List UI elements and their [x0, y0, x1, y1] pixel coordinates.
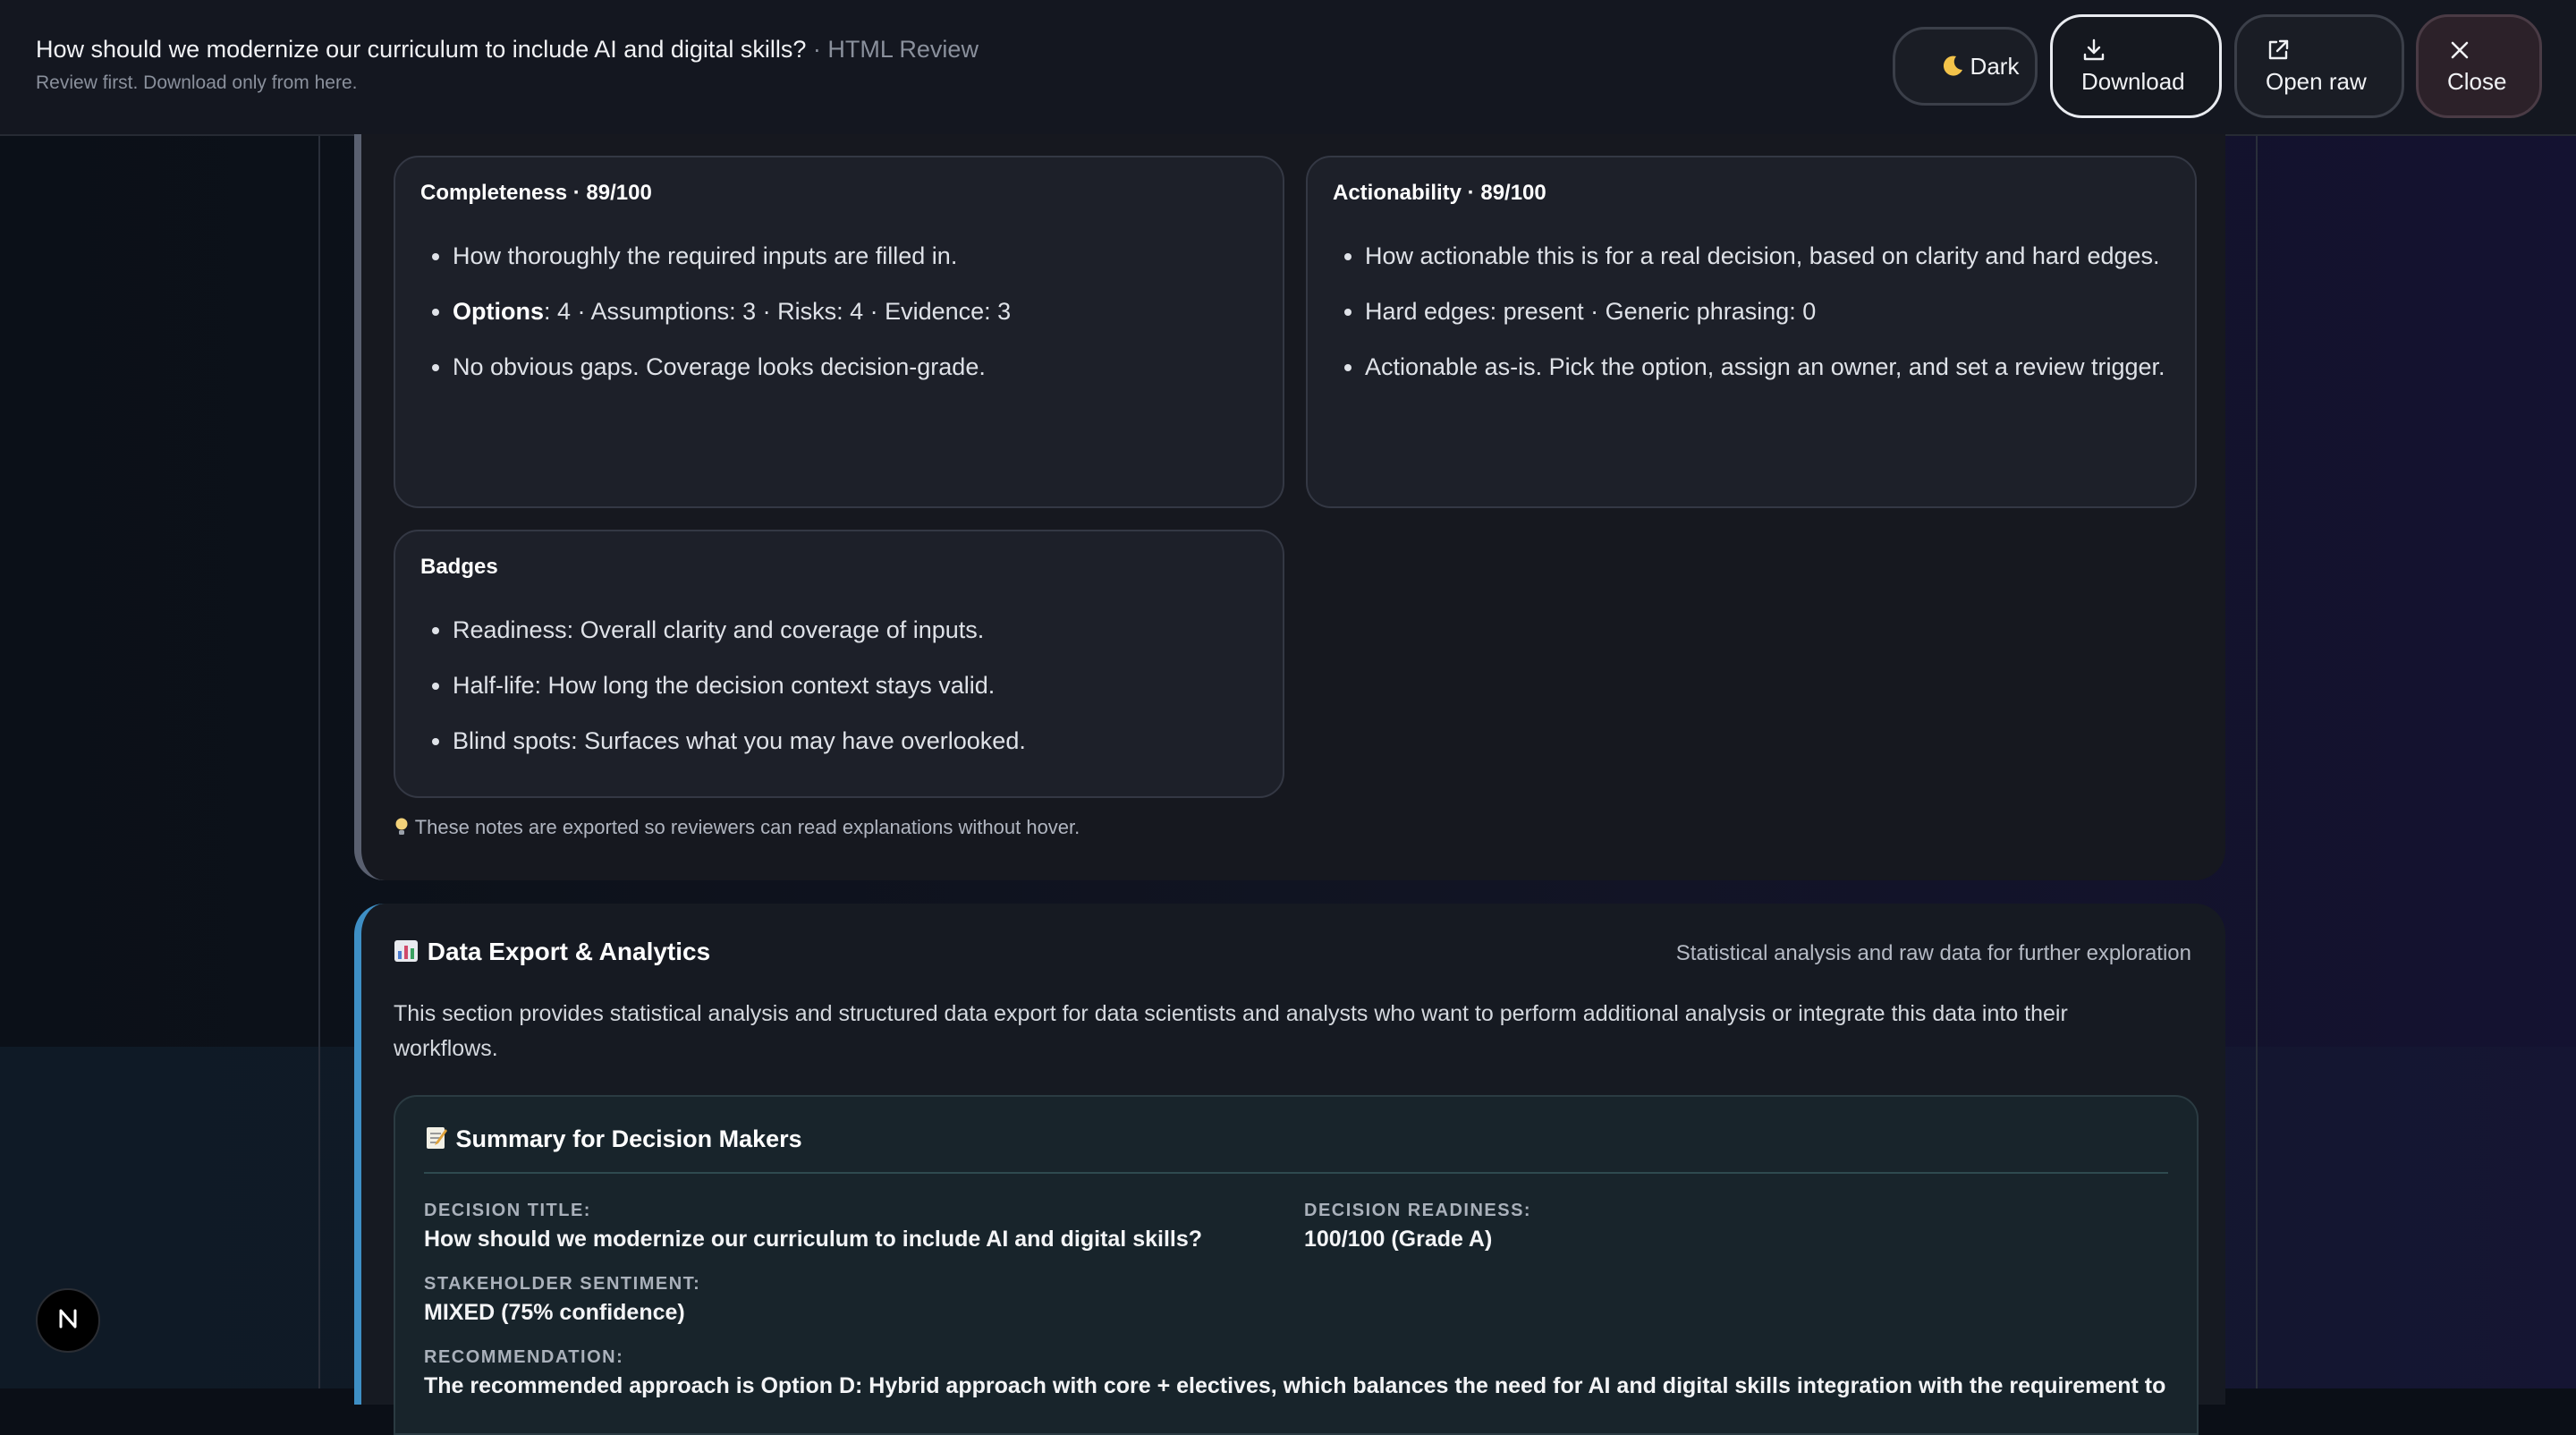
recommendation-field: RECOMMENDATION: The recommended approach… — [424, 1347, 2165, 1399]
decision-summary-panel: Summary for Decision Makers DECISION TIT… — [394, 1095, 2199, 1435]
app-launcher-badge[interactable] — [36, 1288, 100, 1353]
list-item: Options: 4 · Assumptions: 3 · Risks: 4 ·… — [453, 290, 1258, 333]
field-label: STAKEHOLDER SENTIMENT: — [424, 1274, 701, 1294]
lightbulb-icon — [394, 816, 415, 838]
close-label: Close — [2447, 67, 2507, 95]
counts-value: : 4 · Assumptions: 3 · Risks: 4 · Eviden… — [544, 298, 1012, 325]
field-label: DECISION TITLE: — [424, 1201, 591, 1220]
list-item: How thoroughly the required inputs are f… — [453, 234, 1258, 277]
review-mode-label: HTML Review — [827, 36, 979, 63]
list-item: No obvious gaps. Coverage looks decision… — [453, 345, 1258, 388]
field-value: 100/100 (Grade A) — [1304, 1227, 1493, 1252]
review-header: How should we modernize our curriculum t… — [0, 0, 2576, 136]
page-title: How should we modernize our curriculum t… — [36, 36, 979, 64]
list-item: How actionable this is for a real decisi… — [1365, 234, 2170, 277]
list-item: Half-life: How long the decision context… — [453, 664, 1258, 707]
open-raw-label: Open raw — [2266, 67, 2367, 95]
field-label: DECISION READINESS: — [1304, 1201, 1532, 1220]
external-link-icon — [2266, 38, 2291, 63]
stakeholder-sentiment-field: STAKEHOLDER SENTIMENT: MIXED (75% confid… — [424, 1274, 700, 1326]
badges-list: Readiness: Overall clarity and coverage … — [420, 608, 1258, 775]
badges-panel: Badges Readiness: Overall clarity and co… — [394, 530, 1284, 798]
completeness-panel: Completeness · 89/100 How thoroughly the… — [394, 156, 1284, 508]
header-subtitle: Review first. Download only from here. — [36, 72, 358, 93]
actionability-panel: Actionability · 89/100 How actionable th… — [1306, 156, 2197, 508]
field-value: How should we modernize our curriculum t… — [424, 1227, 1203, 1252]
counts-label: Options — [453, 298, 544, 325]
moon-icon — [1940, 54, 1965, 79]
column-guide-right — [2256, 134, 2258, 1388]
dark-mode-label: Dark — [1970, 52, 2020, 80]
decision-title-field: DECISION TITLE: How should we modernize … — [424, 1201, 1202, 1252]
close-icon — [2447, 38, 2472, 63]
list-item: Readiness: Overall clarity and coverage … — [453, 608, 1258, 651]
download-button[interactable]: Download — [2050, 14, 2222, 118]
field-value: MIXED (75% confidence) — [424, 1300, 685, 1325]
memo-icon — [424, 1125, 456, 1152]
decision-title: How should we modernize our curriculum t… — [36, 36, 807, 63]
data-export-card: Data Export & Analytics Statistical anal… — [354, 904, 2225, 1435]
n-logo-icon — [55, 1305, 81, 1337]
summary-divider — [424, 1172, 2168, 1174]
download-icon — [2081, 38, 2106, 63]
quality-notes-card: Completeness · 89/100 How thoroughly the… — [354, 134, 2225, 880]
completeness-list: How thoroughly the required inputs are f… — [420, 234, 1258, 401]
list-item: Hard edges: present · Generic phrasing: … — [1365, 290, 2170, 333]
completeness-title: Completeness · 89/100 — [420, 181, 652, 205]
badges-title: Badges — [420, 555, 498, 579]
data-export-title: Data Export & Analytics — [394, 938, 710, 966]
actionability-title: Actionability · 89/100 — [1333, 181, 1546, 205]
bar-chart-icon — [394, 938, 428, 965]
actionability-list: How actionable this is for a real decisi… — [1333, 234, 2170, 401]
data-export-description: This section provides statistical analys… — [394, 1001, 2068, 1061]
close-button[interactable]: Close — [2416, 14, 2542, 118]
export-note: These notes are exported so reviewers ca… — [394, 816, 1080, 839]
list-item: Blind spots: Surfaces what you may have … — [453, 719, 1258, 762]
field-label: RECOMMENDATION: — [424, 1347, 624, 1367]
list-item: Actionable as-is. Pick the option, assig… — [1365, 345, 2170, 388]
export-note-text: These notes are exported so reviewers ca… — [414, 816, 1080, 838]
title-separator: · — [806, 36, 828, 63]
field-value: The recommended approach is Option D: Hy… — [424, 1373, 2166, 1398]
dark-mode-toggle[interactable]: Dark — [1893, 27, 2038, 106]
summary-title: Summary for Decision Makers — [424, 1125, 802, 1153]
column-guide-left — [318, 134, 320, 1388]
open-raw-button[interactable]: Open raw — [2234, 14, 2404, 118]
decision-readiness-field: DECISION READINESS: 100/100 (Grade A) — [1304, 1201, 1531, 1252]
data-export-subtitle: Statistical analysis and raw data for fu… — [1675, 941, 2191, 965]
download-label: Download — [2081, 67, 2185, 95]
